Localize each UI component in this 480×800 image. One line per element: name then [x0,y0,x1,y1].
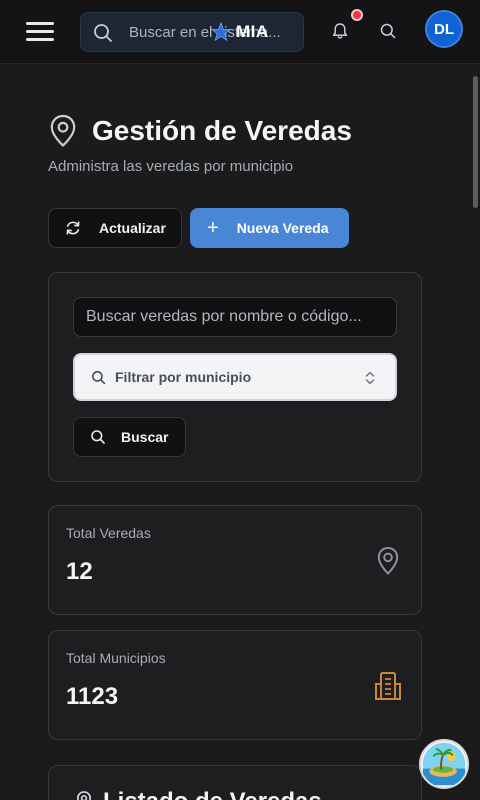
stat-label: Total Municipios [66,650,166,666]
chevron-up-down-icon [365,371,375,385]
new-vereda-button-label: Nueva Vereda [236,220,329,236]
avatar[interactable]: DL [425,10,463,48]
global-search[interactable] [80,12,304,52]
veredas-list-card: Listado de Veredas [48,765,422,800]
veredas-list-title: Listado de Veredas [103,788,322,800]
search-icon [92,370,106,384]
assistant-floating-button[interactable] [419,739,469,789]
hamburger-menu-icon[interactable] [26,22,54,42]
plus-icon: + [207,217,219,239]
search-icon [91,430,105,444]
map-pin-icon [50,114,76,147]
notification-dot [351,9,363,21]
page-subtitle: Administra las veredas por municipio [48,158,294,175]
search-icon [94,24,112,42]
new-vereda-button[interactable]: + Nueva Vereda [190,208,349,248]
scrollbar-thumb[interactable] [473,76,478,208]
search-button-label: Buscar [121,429,169,445]
map-pin-icon [76,791,92,800]
building-icon [375,672,401,700]
vereda-search-input[interactable] [73,297,397,337]
stat-value: 1123 [66,683,119,710]
page-header: Gestión de Veredas [48,113,352,149]
municipio-filter-placeholder: Filtrar por municipio [115,369,252,385]
stat-card-total-veredas: Total Veredas 12 [48,505,422,615]
search-button[interactable]: Buscar [73,417,186,457]
municipio-filter-select[interactable]: Filtrar por municipio [73,353,397,401]
search-icon[interactable] [379,22,397,40]
stat-value: 12 [66,558,93,585]
global-search-input[interactable] [129,13,299,51]
map-pin-icon [377,547,399,575]
stat-label: Total Veredas [66,525,151,541]
refresh-button-label: Actualizar [99,220,166,236]
stat-card-total-municipios: Total Municipios 1123 [48,630,422,740]
top-bar: MIA DL [0,0,480,64]
page-title: Gestión de Veredas [92,115,352,146]
refresh-button[interactable]: Actualizar [48,208,182,248]
refresh-icon [66,221,80,235]
filter-card: Filtrar por municipio Buscar [48,272,422,482]
island-icon [422,742,466,786]
bell-icon[interactable] [330,21,350,41]
